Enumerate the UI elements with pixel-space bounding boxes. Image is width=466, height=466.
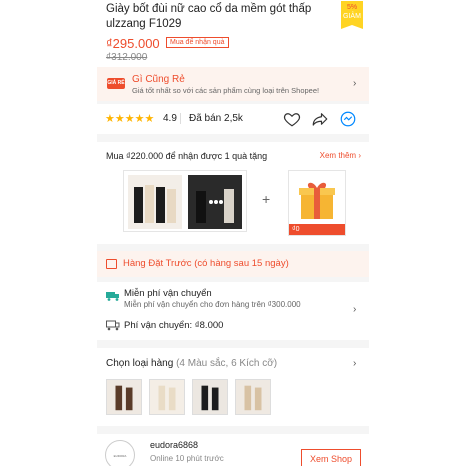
calendar-icon xyxy=(106,259,117,269)
gift-item[interactable]: ₫0 xyxy=(288,170,346,236)
shipping-card[interactable]: Miễn phí vận chuyển Miễn phí vận chuyển … xyxy=(97,282,369,340)
variant-title-label: Chọn loại hàng xyxy=(106,358,174,369)
chevron-right-icon: › xyxy=(353,304,357,315)
see-more-label: Xem thêm xyxy=(319,151,357,160)
discount-percent: 5% xyxy=(346,4,358,11)
variant-card: Chọn loại hàng (4 Màu sắc, 6 Kích cỡ) › xyxy=(97,348,369,426)
preorder-text: Hàng Đặt Trước (có hàng sau 15 ngày) xyxy=(123,258,289,269)
discount-label: GIẢM xyxy=(343,13,361,20)
sold-count: Đã bán 2,5k xyxy=(189,113,243,124)
product-title: Giày bốt đùi nữ cao cổ da mềm gót thấp u… xyxy=(106,3,312,30)
plus-sign: + xyxy=(262,191,271,207)
variant-detail: (4 Màu sắc, 6 Kích cỡ) xyxy=(176,358,278,369)
shop-card: EUDORA eudora6868 Online 10 phút trước X… xyxy=(97,434,369,466)
gift-price: ₫0 xyxy=(289,224,345,235)
free-shipping-title: Miễn phí vận chuyển xyxy=(124,288,212,299)
gift-heading: Mua ₫220.000 để nhận được 1 quà tặng xyxy=(106,151,268,161)
rating-stars: ★★★★★ xyxy=(105,113,155,125)
divider xyxy=(180,113,181,124)
product-page: Giày bốt đùi nữ cao cổ da mềm gót thấp u… xyxy=(97,0,369,466)
rating-row: ★★★★★ 4.9 Đã bán 2,5k xyxy=(97,104,369,134)
chevron-right-icon: › xyxy=(353,78,357,89)
shop-avatar-text: EUDORA xyxy=(113,454,127,458)
cheap-banner-subtitle: Giá tốt nhất so với các sản phẩm cùng lo… xyxy=(132,86,320,95)
heart-icon[interactable] xyxy=(283,110,301,128)
shipping-fee: Phí vận chuyển: ₫8.000 xyxy=(124,320,224,331)
variant-thumbnail-black[interactable] xyxy=(192,379,228,415)
cheap-price-icon: GIÁ RẺ xyxy=(107,78,125,89)
chevron-right-icon: › xyxy=(353,358,357,369)
shop-avatar[interactable]: EUDORA xyxy=(105,440,135,466)
rating-value: 4.9 xyxy=(163,113,177,124)
variant-title: Chọn loại hàng (4 Màu sắc, 6 Kích cỡ) xyxy=(106,358,277,369)
original-price: ₫312.000 xyxy=(106,52,148,63)
shop-status: Online 10 phút trước xyxy=(150,454,224,463)
variant-thumbnail-cream[interactable] xyxy=(149,379,185,415)
free-shipping-subtitle: Miễn phí vận chuyển cho đơn hàng trên ₫3… xyxy=(124,300,301,309)
price-promo-tag: Mua để nhận quà xyxy=(166,37,229,48)
gift-bundle[interactable] xyxy=(123,170,247,232)
shop-name[interactable]: eudora6868 xyxy=(150,440,198,450)
see-more-link[interactable]: Xem thêm › xyxy=(320,151,361,160)
share-icon[interactable] xyxy=(311,110,329,128)
product-price: ₫295.000 xyxy=(106,36,160,51)
cheap-banner-title: Gì Cũng Rẻ xyxy=(132,74,185,85)
shipping-fee-icon xyxy=(106,320,120,331)
variant-thumbnail-brown[interactable] xyxy=(106,379,142,415)
gift-box-icon xyxy=(299,182,335,219)
preorder-banner: Hàng Đặt Trước (có hàng sau 15 ngày) xyxy=(97,251,369,277)
cheap-banner[interactable]: GIÁ RẺ Gì Cũng Rẻ Giá tốt nhất so với cá… xyxy=(97,67,369,101)
variant-thumbnail-beige[interactable] xyxy=(235,379,271,415)
chat-icon[interactable] xyxy=(339,110,357,128)
discount-badge: 5% GIẢM xyxy=(341,1,363,29)
product-header: Giày bốt đùi nữ cao cổ da mềm gót thấp u… xyxy=(97,0,369,67)
product-thumbnail-boots-alt xyxy=(188,175,242,229)
truck-icon xyxy=(106,292,119,301)
product-thumbnail-boots xyxy=(128,175,182,229)
view-shop-button[interactable]: Xem Shop xyxy=(301,449,361,466)
